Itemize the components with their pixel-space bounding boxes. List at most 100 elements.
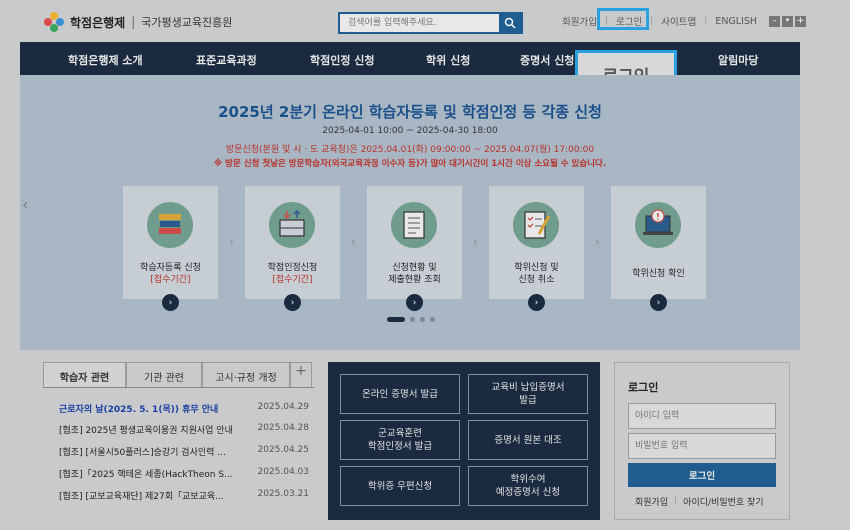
search-icon xyxy=(504,17,516,29)
card-degree-confirm[interactable]: 학위신청 확인 › xyxy=(611,186,706,311)
carousel-dot[interactable] xyxy=(430,317,435,322)
login-button[interactable]: 로그인 xyxy=(628,463,776,487)
laptop-alert-icon xyxy=(635,202,681,248)
carousel-indicators xyxy=(387,317,435,322)
list-item[interactable]: [협조] [서울시50플러스]승강기 검사인력 ... 2025.04.25 xyxy=(59,445,309,458)
hero-date: 2025-04-01 10:00 ~ 2025-04-30 18:00 xyxy=(322,126,498,136)
carousel-dot[interactable] xyxy=(387,317,405,322)
card-sublabel: [접수기간] xyxy=(150,275,191,285)
util-separator: | xyxy=(650,16,654,26)
card-sublabel: 제출현황 조회 xyxy=(388,275,441,285)
hero-visit-info: 방문신청(본원 및 시 · 도 교육청)은 2025.04.01(화) 09:0… xyxy=(225,145,595,155)
drawer-icon xyxy=(269,202,315,248)
zoom-in-button[interactable]: + xyxy=(795,15,807,27)
step-arrow-icon: › xyxy=(229,235,234,249)
carousel-dot[interactable] xyxy=(420,317,425,322)
nav-item-curriculum[interactable]: 표준교육과정 xyxy=(196,52,257,68)
list-item[interactable]: [협조] [교보교육재단] 제27회「교보교육... 2025.03.21 xyxy=(59,489,309,502)
notice-title: [협조]「2025 핵테온 세종(HackTheon S... xyxy=(59,470,233,480)
card-label: 학위신청 및 xyxy=(514,263,559,273)
carousel-dot[interactable] xyxy=(410,317,415,322)
card-sublabel: [접수기간] xyxy=(272,275,313,285)
notice-date: 2025.04.25 xyxy=(257,445,309,455)
card-learner-registration[interactable]: 학습자등록 신청 [접수기간] › xyxy=(123,186,218,311)
zoom-out-button[interactable]: - xyxy=(769,15,781,27)
card-degree-application[interactable]: 학위신청 및신청 취소 › xyxy=(489,186,584,311)
chevron-right-icon[interactable]: › xyxy=(406,294,423,311)
join-link[interactable]: 회원가입 xyxy=(635,495,668,508)
list-item[interactable]: 근로자의 날(2025. 5. 1(목)) 휴무 안내 2025.04.29 xyxy=(59,402,309,415)
search-button[interactable] xyxy=(499,14,521,32)
books-icon xyxy=(147,202,193,248)
nav-item-certificate[interactable]: 증명서 신청 xyxy=(520,52,574,68)
chevron-right-icon[interactable]: › xyxy=(528,294,545,311)
tab-regulation[interactable]: 고시·규정 개정 xyxy=(202,362,290,387)
logo-subtitle: 국가평생교육진흥원 xyxy=(141,16,233,29)
list-item[interactable]: [협조]「2025 핵테온 세종(HackTheon S... 2025.04.0… xyxy=(59,467,309,480)
checklist-pen-icon xyxy=(513,202,559,248)
quick-services-panel: 온라인 증명서 발급 교육비 납입증명서 발급 군교육훈련 학점인정서 발급 증… xyxy=(328,362,600,520)
step-arrow-icon: › xyxy=(473,235,478,249)
logo-flower-icon xyxy=(44,12,64,32)
chevron-right-icon[interactable]: › xyxy=(284,294,301,311)
chevron-right-icon[interactable]: › xyxy=(162,294,179,311)
notice-panel: 학습자 관련 기관 관련 고시·규정 개정 + 근로자의 날(2025. 5. … xyxy=(43,362,314,512)
document-list-icon xyxy=(391,202,437,248)
english-link[interactable]: ENGLISH xyxy=(715,16,757,27)
sitemap-link[interactable]: 사이트맵 xyxy=(661,14,696,28)
login-link-highlight xyxy=(597,8,649,30)
list-item[interactable]: [협조] 2025년 평생교육이용권 지원사업 안내 2025.04.28 xyxy=(59,423,309,436)
card-sublabel: 신청 취소 xyxy=(518,275,555,285)
service-military-credit[interactable]: 군교육훈련 학점인정서 발급 xyxy=(340,420,460,460)
step-arrow-icon: › xyxy=(351,235,356,249)
zoom-controls: - • + xyxy=(769,15,807,27)
tab-institution[interactable]: 기관 관련 xyxy=(126,362,202,387)
card-credit-recognition[interactable]: 학점인정신청 [접수기간] › xyxy=(245,186,340,311)
notice-date: 2025.03.21 xyxy=(257,489,309,499)
notice-date: 2025.04.03 xyxy=(257,467,309,477)
zoom-reset-button[interactable]: • xyxy=(782,15,794,27)
service-diploma-mail[interactable]: 학위증 우편신청 xyxy=(340,466,460,506)
step-arrow-icon: › xyxy=(595,235,600,249)
notice-title: [협조] [교보교육재단] 제27회「교보교육... xyxy=(59,492,224,502)
login-links: 회원가입 | 아이디/비밀번호 찾기 xyxy=(635,495,764,508)
search-box xyxy=(338,12,523,34)
nav-item-notice[interactable]: 알림마당 xyxy=(718,52,758,68)
tab-learner[interactable]: 학습자 관련 xyxy=(43,362,126,387)
service-degree-expected[interactable]: 학위수여 예정증명서 신청 xyxy=(468,466,588,506)
card-label: 신청현황 및 xyxy=(392,263,437,273)
util-separator: | xyxy=(704,16,708,26)
card-label: 학위신청 확인 xyxy=(632,269,685,279)
hero-notice: ※ 방문 신청 첫날은 방문학습자(외국교육과정 이수자 등)가 많아 대기시간… xyxy=(213,159,607,169)
link-separator: | xyxy=(674,495,678,505)
notice-date: 2025.04.29 xyxy=(257,402,309,412)
card-label: 학습자등록 신청 xyxy=(140,263,201,273)
more-plus-icon[interactable]: + xyxy=(290,362,312,387)
search-input[interactable] xyxy=(340,14,499,32)
top-bar: 학점은행제 | 국가평생교육진흥원 회원가입 | 로그인 | 사이트맵 | EN… xyxy=(0,0,850,42)
service-tuition-certificate[interactable]: 교육비 납입증명서 발급 xyxy=(468,374,588,414)
notice-title: [협조] 2025년 평생교육이용권 지원사업 안내 xyxy=(59,426,233,436)
chevron-right-icon[interactable]: › xyxy=(650,294,667,311)
service-online-certificate[interactable]: 온라인 증명서 발급 xyxy=(340,374,460,414)
notice-date: 2025.04.28 xyxy=(257,423,309,433)
hero-banner: ‹ 2025년 2분기 온라인 학습자등록 및 학점인정 등 각종 신청 202… xyxy=(20,75,800,350)
logo-text: 학점은행제 xyxy=(70,15,126,30)
find-account-link[interactable]: 아이디/비밀번호 찾기 xyxy=(683,495,763,508)
nav-item-intro[interactable]: 학점은행제 소개 xyxy=(68,52,143,68)
join-link[interactable]: 회원가입 xyxy=(562,14,597,28)
password-input[interactable] xyxy=(628,433,776,459)
site-logo[interactable]: 학점은행제 | 국가평생교육진흥원 xyxy=(44,12,232,32)
nav-item-degree[interactable]: 학위 신청 xyxy=(426,52,470,68)
hero-prev-arrow-icon[interactable]: ‹ xyxy=(22,195,28,214)
service-original-verify[interactable]: 증명서 원본 대조 xyxy=(468,420,588,460)
logo-separator: | xyxy=(131,15,136,29)
hero-title: 2025년 2분기 온라인 학습자등록 및 학점인정 등 각종 신청 xyxy=(218,103,602,121)
notice-title: 근로자의 날(2025. 5. 1(목)) 휴무 안내 xyxy=(59,405,219,415)
id-input[interactable] xyxy=(628,403,776,429)
card-application-status[interactable]: 신청현황 및제출현황 조회 › xyxy=(367,186,462,311)
login-panel: 로그인 로그인 회원가입 | 아이디/비밀번호 찾기 xyxy=(614,362,790,520)
nav-item-credit-recognition[interactable]: 학점인정 신청 xyxy=(310,52,375,68)
main-nav: 학점은행제 소개 표준교육과정 학점인정 신청 학위 신청 증명서 신청 알림마… xyxy=(20,42,800,75)
notice-title: [협조] [서울시50플러스]승강기 검사인력 ... xyxy=(59,448,226,458)
